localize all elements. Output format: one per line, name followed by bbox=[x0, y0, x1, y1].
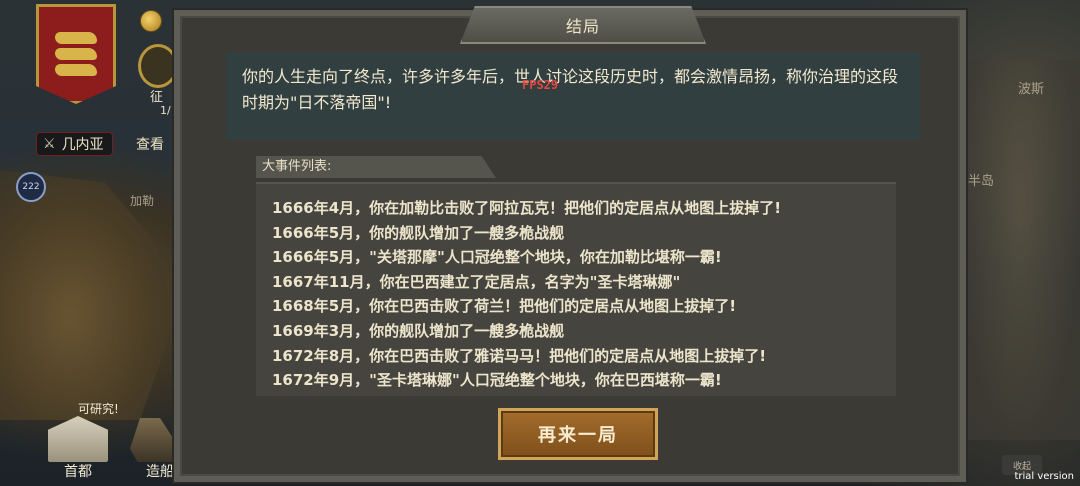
event-row: 1666年4月，你在加勒比击败了阿拉瓦克！把他们的定居点从地图上拔掉了! bbox=[272, 199, 782, 217]
shipyard-label[interactable]: 造船 bbox=[146, 461, 174, 481]
laurel-emblem-icon[interactable] bbox=[138, 44, 178, 88]
events-list-header: 大事件列表: bbox=[256, 156, 496, 178]
map-landmass-east bbox=[960, 60, 1080, 440]
region-name: 几内亚 bbox=[61, 137, 104, 153]
ending-dialog: 结局 你的人生走向了终点，许多许多年后，世人讨论这段历史时，都会激情昂扬，称你治… bbox=[174, 6, 966, 482]
ending-message-line-2: 时期为"日不落帝国"! bbox=[242, 93, 392, 112]
ending-message-line-1: 你的人生走向了终点，许多许多年后，世人讨论这段历史时，都会激情昂扬，称你治理的这… bbox=[242, 67, 899, 86]
event-row: 1672年9月，"圣卡塔琳娜"人口冠绝整个地块，你在巴西堪称一霸! bbox=[272, 371, 722, 390]
play-again-button[interactable]: 再来一局 bbox=[498, 408, 658, 460]
conquest-counter: 1/ bbox=[160, 104, 171, 117]
trial-version-watermark: trial version bbox=[1014, 471, 1074, 482]
dialog-title: 结局 bbox=[460, 6, 706, 44]
fps-overlay: FPS29 bbox=[522, 78, 559, 92]
crossed-swords-icon: ⚔ bbox=[43, 136, 56, 152]
event-row: 1666年5月，"关塔那摩"人口冠绝整个地块，你在加勒比堪称一霸! bbox=[272, 248, 722, 267]
nation-banner-icon[interactable] bbox=[36, 4, 116, 104]
view-button[interactable]: 查看 bbox=[136, 134, 164, 154]
ending-message: 你的人生走向了终点，许多许多年后，世人讨论这段历史时，都会激情昂扬，称你治理的这… bbox=[226, 52, 920, 140]
event-row: 1666年5月，你的舰队增加了一艘多桅战舰 bbox=[272, 223, 565, 242]
lion-icon bbox=[55, 48, 97, 60]
events-list[interactable]: 1666年4月，你在加勒比击败了阿拉瓦克！把他们的定居点从地图上拔掉了! 166… bbox=[256, 182, 896, 396]
event-row: 1667年11月，你在巴西建立了定居点，名字为"圣卡塔琳娜" bbox=[272, 272, 681, 291]
conquest-label: 征 bbox=[150, 90, 164, 105]
event-row: 1672年8月，你在巴西击败了雅诺马马！把他们的定居点从地图上拔掉了! bbox=[272, 346, 767, 365]
event-row: 1668年5月，你在巴西击败了荷兰！把他们的定居点从地图上拔掉了! bbox=[272, 297, 737, 316]
region-selector[interactable]: ⚔ 几内亚 bbox=[36, 132, 113, 156]
gold-coin-icon bbox=[140, 10, 162, 32]
lion-icon bbox=[55, 64, 97, 76]
map-label-persia: 波斯 bbox=[1018, 82, 1045, 97]
lion-icon bbox=[55, 32, 97, 44]
map-label-caribbean: 加勒 bbox=[130, 194, 155, 208]
capital-label[interactable]: 首都 bbox=[64, 461, 92, 481]
compass-button[interactable]: 222 bbox=[16, 172, 46, 202]
research-available-tag: 可研究! bbox=[78, 402, 119, 416]
event-row: 1669年3月，你的舰队增加了一艘多桅战舰 bbox=[272, 321, 565, 340]
